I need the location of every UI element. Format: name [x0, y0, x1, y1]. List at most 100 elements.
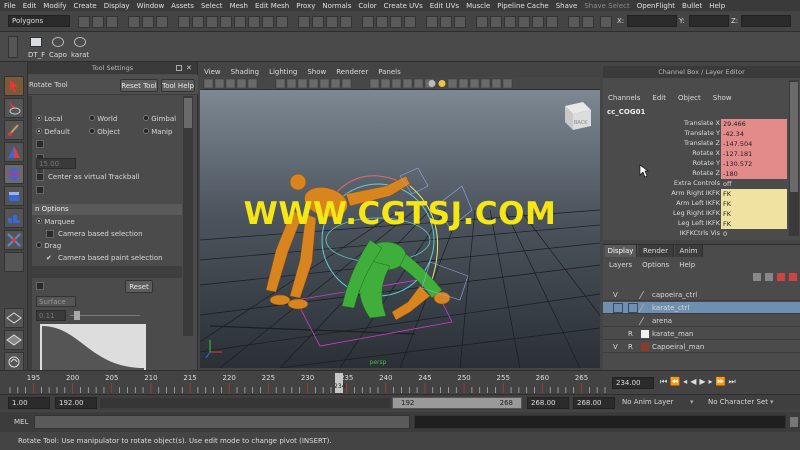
- menu-edit-mesh[interactable]: Edit Mesh: [255, 2, 289, 10]
- open-scene-icon[interactable]: [92, 16, 104, 28]
- axis-object-option[interactable]: Object: [89, 128, 120, 136]
- channel-row[interactable]: Rotate X -127.181: [603, 149, 800, 159]
- character-set-chevron-icon[interactable]: ▾: [770, 398, 774, 406]
- falloff-slider-handle[interactable]: [74, 311, 80, 320]
- falloff-slider-track[interactable]: [70, 315, 140, 316]
- command-input[interactable]: [34, 415, 410, 429]
- layer-down-icon[interactable]: [765, 273, 773, 281]
- snap-plane-icon[interactable]: [340, 16, 352, 28]
- snap-curve-icon[interactable]: [312, 16, 324, 28]
- paint-select-icon[interactable]: [4, 120, 24, 140]
- select-dynamic-icon[interactable]: [248, 16, 260, 28]
- camera-selection-checkbox[interactable]: [46, 230, 54, 238]
- axis-local-option[interactable]: Local: [36, 115, 62, 123]
- channel-value[interactable]: 0: [721, 229, 787, 239]
- viewport-menu-shading[interactable]: Shading: [231, 68, 259, 76]
- layer-row[interactable]: V R Capoeiral_man: [603, 341, 800, 353]
- attribute-editor-icon[interactable]: [504, 16, 516, 28]
- axis-manip-radio[interactable]: [143, 128, 149, 134]
- select-component-icon[interactable]: [156, 16, 168, 28]
- layout-single-icon[interactable]: [4, 308, 24, 328]
- select-deformer-icon[interactable]: [234, 16, 246, 28]
- x-field[interactable]: [627, 15, 677, 27]
- surface-dropdown[interactable]: Surface: [36, 296, 76, 307]
- channel-row[interactable]: Translate X 29.466: [603, 119, 800, 129]
- channel-value[interactable]: -42.34: [721, 129, 787, 139]
- character-set-dropdown[interactable]: No Character Set: [708, 398, 768, 406]
- channel-box-scrollbar[interactable]: [789, 80, 799, 236]
- shelf-karate-icon[interactable]: [74, 37, 86, 47]
- channel-row[interactable]: Rotate Z -180: [603, 169, 800, 179]
- layer-color-swatch[interactable]: [638, 291, 652, 299]
- shelf-capoeira-icon[interactable]: [52, 37, 64, 47]
- falloff-curve-graph[interactable]: [40, 324, 146, 370]
- selected-object-name[interactable]: cc_COG01: [607, 108, 645, 116]
- layout-persp-outliner-icon[interactable]: [4, 352, 24, 372]
- y-field[interactable]: [689, 15, 729, 27]
- layer-playback-toggle[interactable]: R: [628, 328, 633, 340]
- shelf-script-icon[interactable]: [30, 37, 42, 47]
- new-scene-icon[interactable]: [78, 16, 90, 28]
- reset-button[interactable]: Reset: [125, 280, 153, 293]
- tab-anim[interactable]: Anim: [675, 245, 703, 257]
- axis-world-option[interactable]: World: [89, 115, 117, 123]
- time-slider[interactable]: 195 200 205 210 215 220 225 230 235 240 245 250 255 2…: [0, 370, 800, 394]
- menu-edit[interactable]: Edit: [23, 2, 37, 10]
- input-line-icon[interactable]: [476, 16, 488, 28]
- select-curve-icon[interactable]: [206, 16, 218, 28]
- option-checkbox-5[interactable]: [36, 282, 44, 290]
- transform-field-icon[interactable]: [600, 16, 612, 28]
- menu-window[interactable]: Window: [137, 2, 165, 10]
- axis-default-option[interactable]: Default: [36, 128, 70, 136]
- channel-value[interactable]: 29.466: [721, 119, 787, 129]
- layer-row[interactable]: Vcapoeira_ctrl: [603, 289, 800, 301]
- layer-row[interactable]: Rkarate_man: [603, 328, 800, 340]
- select-object-icon[interactable]: [142, 16, 154, 28]
- select-hierarchy-icon[interactable]: [128, 16, 140, 28]
- menu-modify[interactable]: Modify: [43, 2, 66, 10]
- menu-pipeline-cache[interactable]: Pipeline Cache: [497, 2, 548, 10]
- drag-option[interactable]: Drag: [36, 242, 61, 250]
- layer-playback-toggle[interactable]: [628, 303, 638, 313]
- menu-set-dropdown[interactable]: Polygons: [8, 15, 70, 27]
- play-forward-icon[interactable]: ▶: [699, 377, 705, 387]
- select-surface-icon[interactable]: [220, 16, 232, 28]
- z-field[interactable]: [741, 15, 791, 27]
- select-render-icon[interactable]: [262, 16, 274, 28]
- render-view-icon[interactable]: [440, 16, 452, 28]
- channel-row[interactable]: Leg Right IKFK FK: [603, 209, 800, 219]
- layout-four-icon[interactable]: [4, 330, 24, 350]
- layer-menu-layers[interactable]: Layers: [609, 261, 632, 269]
- step-forward-frame-icon[interactable]: ▸: [709, 377, 713, 387]
- select-joint-icon[interactable]: [192, 16, 204, 28]
- menu-color[interactable]: Color: [358, 2, 376, 10]
- drag-radio[interactable]: [36, 242, 42, 248]
- tool-help-button[interactable]: Tool Help: [161, 79, 195, 92]
- channel-value[interactable]: -130.572: [721, 159, 787, 169]
- camera-sequencer-icon[interactable]: [490, 16, 502, 28]
- menu-create[interactable]: Create: [73, 2, 96, 10]
- channel-menu-object[interactable]: Object: [678, 94, 701, 102]
- layer-visibility-toggle[interactable]: V: [613, 341, 618, 353]
- channel-row[interactable]: Arm Right IKFK FK: [603, 189, 800, 199]
- menu-shave[interactable]: Shave: [556, 2, 578, 10]
- tool-settings-icon[interactable]: [518, 16, 530, 28]
- viewport-menu-lighting[interactable]: Lighting: [269, 68, 297, 76]
- history-icon[interactable]: [362, 16, 374, 28]
- channel-row[interactable]: Translate Z -147.504: [603, 139, 800, 149]
- channel-value[interactable]: FK: [721, 199, 787, 209]
- camera-paint-selection-check[interactable]: ✔: [46, 254, 52, 262]
- channel-row[interactable]: Extra Controls off: [603, 179, 800, 189]
- tool-settings-scrollbar[interactable]: [183, 96, 193, 336]
- menu-proxy[interactable]: Proxy: [296, 2, 315, 10]
- layer-color-swatch[interactable]: [641, 330, 649, 338]
- anim-layer-dropdown[interactable]: No Anim Layer: [622, 398, 673, 406]
- channel-row[interactable]: Leg Left IKFK FK: [603, 219, 800, 229]
- save-scene-icon[interactable]: [106, 16, 118, 28]
- layer-up-icon[interactable]: [753, 273, 761, 281]
- step-size-field[interactable]: 15.00: [36, 158, 76, 169]
- slider-value-field[interactable]: 0.11: [36, 310, 66, 321]
- option-checkbox-4[interactable]: [36, 186, 44, 194]
- channel-value[interactable]: FK: [721, 189, 787, 199]
- channel-value[interactable]: -127.181: [721, 149, 787, 159]
